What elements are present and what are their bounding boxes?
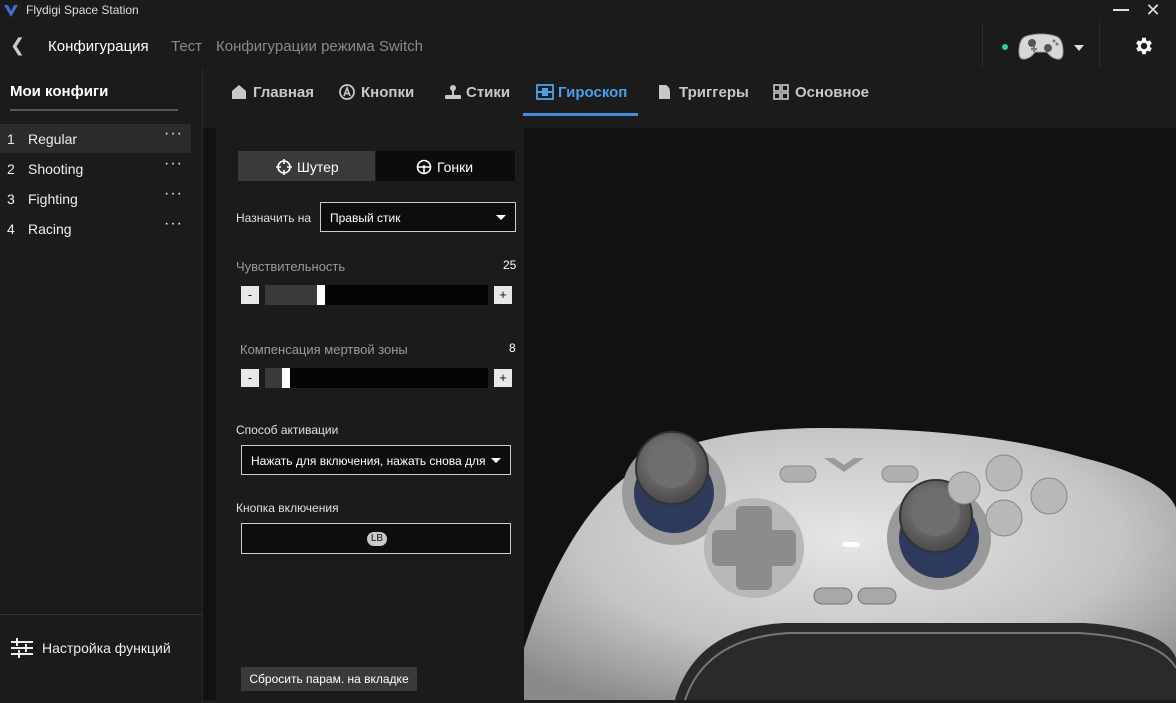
deadzone-decrease-button[interactable]: - (241, 369, 259, 387)
config-item-fighting[interactable]: 3 Fighting ··· (0, 184, 191, 213)
slider-fill (265, 368, 282, 388)
sidebar-title: Мои конфиги (10, 83, 109, 100)
config-name: Racing (28, 221, 72, 237)
sensitivity-slider[interactable] (265, 285, 488, 305)
sliders-icon (11, 638, 33, 658)
config-number: 3 (7, 191, 15, 207)
assign-value: Правый стик (330, 211, 401, 225)
sensitivity-increase-button[interactable]: + (494, 286, 512, 304)
activation-dropdown[interactable]: Нажать для включения, нажать снова для (241, 445, 511, 475)
close-window-button[interactable]: ✕ (1140, 0, 1166, 22)
trigger-icon (659, 85, 670, 99)
tab-label: Главная (253, 84, 315, 101)
slider-handle[interactable] (282, 368, 290, 388)
sensitivity-decrease-button[interactable]: - (241, 286, 259, 304)
mode-label: Шутер (297, 159, 339, 175)
home-icon (232, 85, 246, 99)
grid-icon (773, 84, 789, 100)
crosshair-icon (276, 159, 292, 175)
gamepad-icon (1018, 33, 1064, 60)
connection-status-dot (1002, 44, 1008, 50)
sidebar-divider (0, 614, 202, 615)
controller-image (524, 428, 1176, 703)
reset-tab-button[interactable]: Сбросить парам. на вкладке (241, 667, 417, 691)
deadzone-slider[interactable] (265, 368, 488, 388)
chevron-down-icon (496, 215, 506, 220)
deadzone-value: 8 (509, 341, 516, 355)
config-item-regular[interactable]: 1 Regular ··· (0, 124, 191, 153)
minimize-button[interactable] (1110, 0, 1136, 22)
breadcrumb-test[interactable]: Тест (171, 38, 202, 55)
activation-label: Способ активации (236, 423, 339, 437)
sensitivity-value: 25 (503, 258, 517, 272)
title-bar: Flydigi Space Station ✕ (0, 0, 1176, 22)
breadcrumb-switch-configs[interactable]: Конфигурации режима Switch (216, 38, 423, 55)
device-selector[interactable] (982, 22, 1100, 68)
enable-button-selector[interactable]: LB (241, 523, 511, 554)
more-options-icon[interactable]: ··· (164, 125, 183, 143)
config-number: 2 (7, 161, 15, 177)
sidebar-title-underline (10, 109, 178, 111)
tab-bar: Главная Кнопки Стики Гироскоп Триггеры О… (203, 68, 1176, 128)
mode-label: Гонки (437, 159, 474, 175)
tab-label: Стики (466, 84, 511, 101)
chevron-down-icon (491, 458, 501, 463)
gear-icon[interactable] (1133, 35, 1155, 57)
flydigi-logo-icon (4, 5, 18, 17)
function-settings-button[interactable]: Настройка функций (0, 628, 202, 668)
slider-fill (265, 285, 317, 305)
function-settings-label: Настройка функций (42, 640, 171, 656)
controller-preview (524, 128, 1176, 703)
steering-wheel-icon (416, 159, 432, 175)
gyro-settings-panel: Шутер Гонки Назначить на Правый стик Чув… (216, 128, 524, 703)
assign-label: Назначить на (236, 211, 312, 225)
deadzone-label: Компенсация мертвой зоны (240, 342, 408, 357)
app-title: Flydigi Space Station (26, 3, 139, 17)
lb-button-badge: LB (367, 532, 387, 546)
chevron-left-icon[interactable]: ❮ (10, 35, 25, 56)
more-options-icon[interactable]: ··· (164, 185, 183, 203)
tab-label: Кнопки (361, 84, 415, 101)
a-button-icon (339, 84, 355, 100)
tab-label: Основное (795, 84, 870, 101)
header-bar: ❮ Конфигурация Тест Конфигурации режима … (0, 22, 1176, 68)
config-name: Shooting (28, 161, 84, 177)
tab-label: Гироскоп (558, 84, 628, 101)
activation-value: Нажать для включения, нажать снова для (251, 454, 486, 468)
deadzone-increase-button[interactable]: + (494, 369, 512, 387)
config-number: 1 (7, 131, 15, 147)
enable-button-label: Кнопка включения (236, 501, 339, 515)
config-number: 4 (7, 221, 15, 237)
mode-shooter-button[interactable]: Шутер (238, 151, 375, 181)
sensitivity-label: Чувствительность (236, 259, 346, 274)
tab-label: Триггеры (679, 84, 749, 101)
more-options-icon[interactable]: ··· (164, 155, 183, 173)
breadcrumb-configuration[interactable]: Конфигурация (48, 38, 149, 55)
slider-handle[interactable] (317, 285, 325, 305)
joystick-icon (445, 85, 461, 99)
active-tab-indicator (523, 113, 638, 116)
gyro-icon (536, 84, 554, 100)
chevron-down-icon (1074, 45, 1084, 51)
config-item-racing[interactable]: 4 Racing ··· (0, 214, 191, 243)
config-item-shooting[interactable]: 2 Shooting ··· (0, 154, 191, 183)
config-name: Fighting (28, 191, 78, 207)
more-options-icon[interactable]: ··· (164, 215, 183, 233)
assign-dropdown[interactable]: Правый стик (320, 202, 516, 232)
mode-racing-button[interactable]: Гонки (376, 151, 515, 181)
config-name: Regular (28, 131, 78, 147)
sidebar: Мои конфиги 1 Regular ··· 2 Shooting ···… (0, 68, 203, 703)
